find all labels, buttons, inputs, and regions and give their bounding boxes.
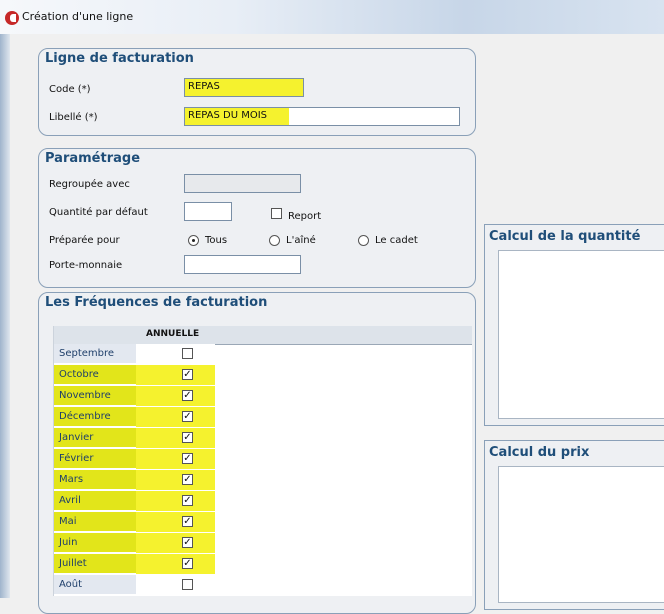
month-cell <box>136 533 215 554</box>
month-row: Novembre <box>54 386 215 407</box>
group-ligne-facturation: Ligne de facturation Code (*) REPAS Libe… <box>38 48 476 136</box>
month-row: Mai <box>54 512 215 533</box>
month-name: Février <box>54 449 136 469</box>
column-annuelle: ANNUELLE <box>146 329 200 339</box>
month-checkbox[interactable] <box>182 432 193 443</box>
month-name: Août <box>54 575 136 595</box>
month-name: Mars <box>54 470 136 490</box>
libelle-input[interactable]: REPAS DU MOIS <box>184 107 460 126</box>
radio-aine-label: L'aîné <box>286 235 316 246</box>
calcul-quantite-area[interactable] <box>498 250 664 419</box>
month-checkbox[interactable] <box>182 558 193 569</box>
regroupee-label: Regroupée avec <box>49 179 130 190</box>
month-name: Avril <box>54 491 136 511</box>
window-left-border <box>0 34 10 598</box>
month-name: Novembre <box>54 386 136 406</box>
grid-header: ANNUELLE <box>54 326 472 345</box>
month-row: Juillet <box>54 554 215 575</box>
month-row: Avril <box>54 491 215 512</box>
month-checkbox[interactable] <box>182 579 193 590</box>
month-row: Octobre <box>54 365 215 386</box>
month-cell <box>136 575 215 596</box>
month-row: Janvier <box>54 428 215 449</box>
porte-monnaie-label: Porte-monnaie <box>49 260 123 271</box>
quantite-label: Quantité par défaut <box>49 207 148 218</box>
radio-cadet[interactable] <box>358 235 369 246</box>
regroupee-input[interactable] <box>184 174 301 193</box>
month-cell <box>136 386 215 407</box>
calcul-prix-area[interactable] <box>498 466 664 603</box>
code-label: Code (*) <box>49 84 91 95</box>
code-input[interactable]: REPAS <box>184 78 304 97</box>
radio-tous-label: Tous <box>205 235 228 246</box>
month-name: Septembre <box>54 344 136 364</box>
month-checkbox[interactable] <box>182 453 193 464</box>
group-title-parametrage: Paramétrage <box>45 151 141 166</box>
month-row: Février <box>54 449 215 470</box>
preparee-label: Préparée pour <box>49 235 120 246</box>
panel-title-calcul-prix: Calcul du prix <box>489 445 590 460</box>
month-checkbox[interactable] <box>182 348 193 359</box>
libelle-label: Libellé (*) <box>49 112 98 123</box>
month-checkbox[interactable] <box>182 495 193 506</box>
month-cell <box>136 344 215 365</box>
month-row: Août <box>54 575 215 596</box>
window-titlebar: Création d'une ligne <box>0 0 664 34</box>
month-checkbox[interactable] <box>182 516 193 527</box>
month-checkbox[interactable] <box>182 411 193 422</box>
quantite-input[interactable] <box>184 202 232 221</box>
month-name: Décembre <box>54 407 136 427</box>
group-title-ligne-facturation: Ligne de facturation <box>45 51 194 66</box>
month-cell <box>136 428 215 449</box>
month-cell <box>136 407 215 428</box>
month-cell <box>136 470 215 491</box>
month-checkbox[interactable] <box>182 474 193 485</box>
month-name: Janvier <box>54 428 136 448</box>
report-checkbox[interactable] <box>271 208 282 219</box>
month-checkbox[interactable] <box>182 537 193 548</box>
porte-monnaie-input[interactable] <box>184 255 301 274</box>
month-row: Mars <box>54 470 215 491</box>
radio-aine[interactable] <box>269 235 280 246</box>
panel-calcul-prix: Calcul du prix <box>484 440 664 610</box>
month-name: Mai <box>54 512 136 532</box>
month-cell <box>136 365 215 386</box>
window-title: Création d'une ligne <box>22 10 134 23</box>
month-cell <box>136 554 215 575</box>
frequences-grid: ANNUELLE SeptembreOctobreNovembreDécembr… <box>53 326 472 596</box>
radio-tous[interactable] <box>188 235 199 246</box>
panel-calcul-quantite: Calcul de la quantité <box>484 224 664 426</box>
month-row: Septembre <box>54 344 215 365</box>
report-label: Report <box>288 211 322 222</box>
group-title-frequences: Les Fréquences de facturation <box>45 295 268 310</box>
group-parametrage: Paramétrage Regroupée avec Quantité par … <box>38 148 476 288</box>
radio-cadet-label: Le cadet <box>375 235 418 246</box>
panel-title-calcul-quantite: Calcul de la quantité <box>489 229 641 244</box>
app-icon <box>5 11 19 25</box>
month-cell <box>136 449 215 470</box>
month-name: Juillet <box>54 554 136 574</box>
month-checkbox[interactable] <box>182 390 193 401</box>
month-row: Juin <box>54 533 215 554</box>
month-cell <box>136 512 215 533</box>
month-checkbox[interactable] <box>182 369 193 380</box>
month-row: Décembre <box>54 407 215 428</box>
form-area: Ligne de facturation Code (*) REPAS Libe… <box>10 34 664 614</box>
month-name: Octobre <box>54 365 136 385</box>
month-name: Juin <box>54 533 136 553</box>
month-cell <box>136 491 215 512</box>
